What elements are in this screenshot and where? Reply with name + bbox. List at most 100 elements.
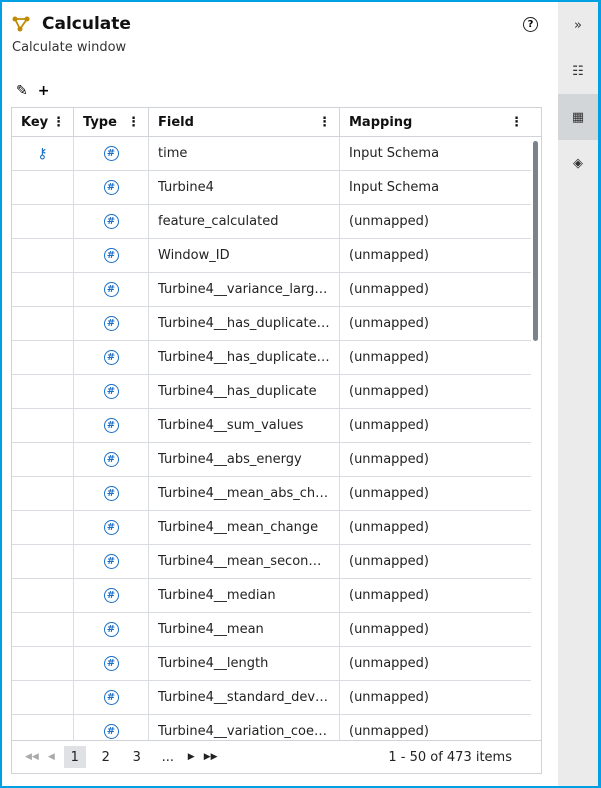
table-row[interactable]: # Turbine4__mean (unmapped) bbox=[12, 613, 531, 647]
column-header-field[interactable]: Field ⋮ bbox=[149, 108, 340, 136]
mapping-cell: (unmapped) bbox=[349, 452, 430, 467]
add-icon[interactable]: + bbox=[38, 83, 50, 99]
numeric-type-icon: # bbox=[103, 656, 119, 671]
field-cell: Turbine4__has_duplicate… bbox=[149, 307, 340, 340]
numeric-type-icon: # bbox=[103, 588, 119, 603]
mapping-cell: (unmapped) bbox=[349, 656, 430, 671]
column-menu-icon[interactable]: ⋮ bbox=[127, 115, 140, 130]
field-cell: Turbine4__has_duplicate… bbox=[149, 341, 340, 374]
field-cell: Turbine4__variation_coe… bbox=[149, 715, 340, 740]
key-cell bbox=[12, 273, 74, 306]
key-cell bbox=[12, 715, 74, 740]
right-sidebar: » ☷ ▦ ◈ bbox=[558, 2, 598, 786]
table-row[interactable]: # Turbine4__median (unmapped) bbox=[12, 579, 531, 613]
type-cell: # bbox=[74, 511, 149, 544]
field-cell: Turbine4__standard_dev… bbox=[149, 681, 340, 714]
table-row[interactable]: # Turbine4 Input Schema bbox=[12, 171, 531, 205]
table-body: ⚷ # time Input Schema # Turbine4 Input S… bbox=[12, 137, 531, 740]
mapping-cell: (unmapped) bbox=[349, 248, 430, 263]
vertical-scrollbar[interactable] bbox=[533, 141, 538, 341]
code-file-icon[interactable]: ◈ bbox=[558, 140, 598, 186]
field-cell: Turbine4__mean bbox=[149, 613, 340, 646]
next-page-icon[interactable]: ▶ bbox=[188, 752, 195, 762]
type-cell: # bbox=[74, 171, 149, 204]
column-header-mapping[interactable]: Mapping ⋮ bbox=[340, 108, 531, 136]
table-row[interactable]: # Turbine4__has_duplicate (unmapped) bbox=[12, 375, 531, 409]
pencil-icon[interactable]: ✎ bbox=[16, 83, 28, 99]
numeric-type-icon: # bbox=[103, 282, 119, 297]
page-subtitle: Calculate window bbox=[12, 40, 127, 55]
mapping-cell: (unmapped) bbox=[349, 486, 430, 501]
page-3-button[interactable]: 3 bbox=[126, 746, 148, 768]
table-row[interactable]: # Turbine4__mean_change (unmapped) bbox=[12, 511, 531, 545]
type-cell: # bbox=[74, 681, 149, 714]
table-row[interactable]: # Turbine4__standard_dev… (unmapped) bbox=[12, 681, 531, 715]
field-cell: time bbox=[149, 137, 340, 170]
type-cell: # bbox=[74, 239, 149, 272]
first-page-icon[interactable]: ◀◀ bbox=[25, 752, 39, 762]
table-row[interactable]: # Turbine4__variation_coe… (unmapped) bbox=[12, 715, 531, 740]
type-cell: # bbox=[74, 647, 149, 680]
table-row[interactable]: # Turbine4__has_duplicate… (unmapped) bbox=[12, 341, 531, 375]
type-cell: # bbox=[74, 205, 149, 238]
page-1-button[interactable]: 1 bbox=[63, 746, 86, 768]
key-cell bbox=[12, 341, 74, 374]
field-cell: Window_ID bbox=[149, 239, 340, 272]
field-cell: Turbine4__variance_larg… bbox=[149, 273, 340, 306]
table-row[interactable]: # feature_calculated (unmapped) bbox=[12, 205, 531, 239]
key-cell bbox=[12, 307, 74, 340]
type-cell: # bbox=[74, 409, 149, 442]
key-cell bbox=[12, 375, 74, 408]
calculate-node-icon bbox=[12, 16, 30, 32]
numeric-type-icon: # bbox=[103, 622, 119, 637]
table-row[interactable]: # Turbine4__variance_larg… (unmapped) bbox=[12, 273, 531, 307]
column-header-type[interactable]: Type ⋮ bbox=[74, 108, 149, 136]
type-cell: # bbox=[74, 273, 149, 306]
type-cell: # bbox=[74, 579, 149, 612]
table-row[interactable]: # Turbine4__mean_abs_ch… (unmapped) bbox=[12, 477, 531, 511]
table-row[interactable]: # Turbine4__sum_values (unmapped) bbox=[12, 409, 531, 443]
type-cell: # bbox=[74, 613, 149, 646]
column-menu-icon[interactable]: ⋮ bbox=[52, 115, 65, 130]
numeric-type-icon: # bbox=[103, 350, 119, 365]
field-cell: Turbine4 bbox=[149, 171, 340, 204]
table-row[interactable]: # Turbine4__has_duplicate… (unmapped) bbox=[12, 307, 531, 341]
mapping-cell: (unmapped) bbox=[349, 690, 430, 705]
mapping-cell: (unmapped) bbox=[349, 384, 430, 399]
key-icon: ⚷ bbox=[37, 145, 48, 162]
field-cell: Turbine4__median bbox=[149, 579, 340, 612]
key-cell: ⚷ bbox=[12, 137, 74, 170]
table-row[interactable]: # Turbine4__mean_secon… (unmapped) bbox=[12, 545, 531, 579]
numeric-type-icon: # bbox=[103, 486, 119, 501]
table-row[interactable]: # Window_ID (unmapped) bbox=[12, 239, 531, 273]
help-icon[interactable]: ? bbox=[523, 17, 538, 32]
key-cell bbox=[12, 511, 74, 544]
prev-page-icon[interactable]: ◀ bbox=[48, 752, 55, 762]
column-menu-icon[interactable]: ⋮ bbox=[318, 115, 331, 130]
numeric-type-icon: # bbox=[103, 520, 119, 535]
key-cell bbox=[12, 477, 74, 510]
mapping-cell: (unmapped) bbox=[349, 282, 430, 297]
type-cell: # bbox=[74, 443, 149, 476]
column-menu-icon[interactable]: ⋮ bbox=[510, 115, 523, 130]
key-cell bbox=[12, 443, 74, 476]
mapping-cell: (unmapped) bbox=[349, 520, 430, 535]
panel-header: Calculate bbox=[12, 14, 131, 34]
last-page-icon[interactable]: ▶▶ bbox=[204, 752, 218, 762]
output-schema-icon[interactable]: ▦ bbox=[558, 94, 598, 140]
table-row[interactable]: ⚷ # time Input Schema bbox=[12, 137, 531, 171]
key-cell bbox=[12, 681, 74, 714]
type-cell: # bbox=[74, 137, 149, 170]
numeric-type-icon: # bbox=[103, 418, 119, 433]
table-row[interactable]: # Turbine4__abs_energy (unmapped) bbox=[12, 443, 531, 477]
collapse-icon[interactable]: » bbox=[558, 2, 598, 48]
table-row[interactable]: # Turbine4__length (unmapped) bbox=[12, 647, 531, 681]
type-cell: # bbox=[74, 341, 149, 374]
properties-icon[interactable]: ☷ bbox=[558, 48, 598, 94]
numeric-type-icon: # bbox=[103, 384, 119, 399]
field-cell: Turbine4__length bbox=[149, 647, 340, 680]
column-header-key[interactable]: Key ⋮ bbox=[12, 108, 74, 136]
page-2-button[interactable]: 2 bbox=[95, 746, 117, 768]
page-ellipsis[interactable]: ... bbox=[157, 746, 179, 768]
field-cell: Turbine4__sum_values bbox=[149, 409, 340, 442]
